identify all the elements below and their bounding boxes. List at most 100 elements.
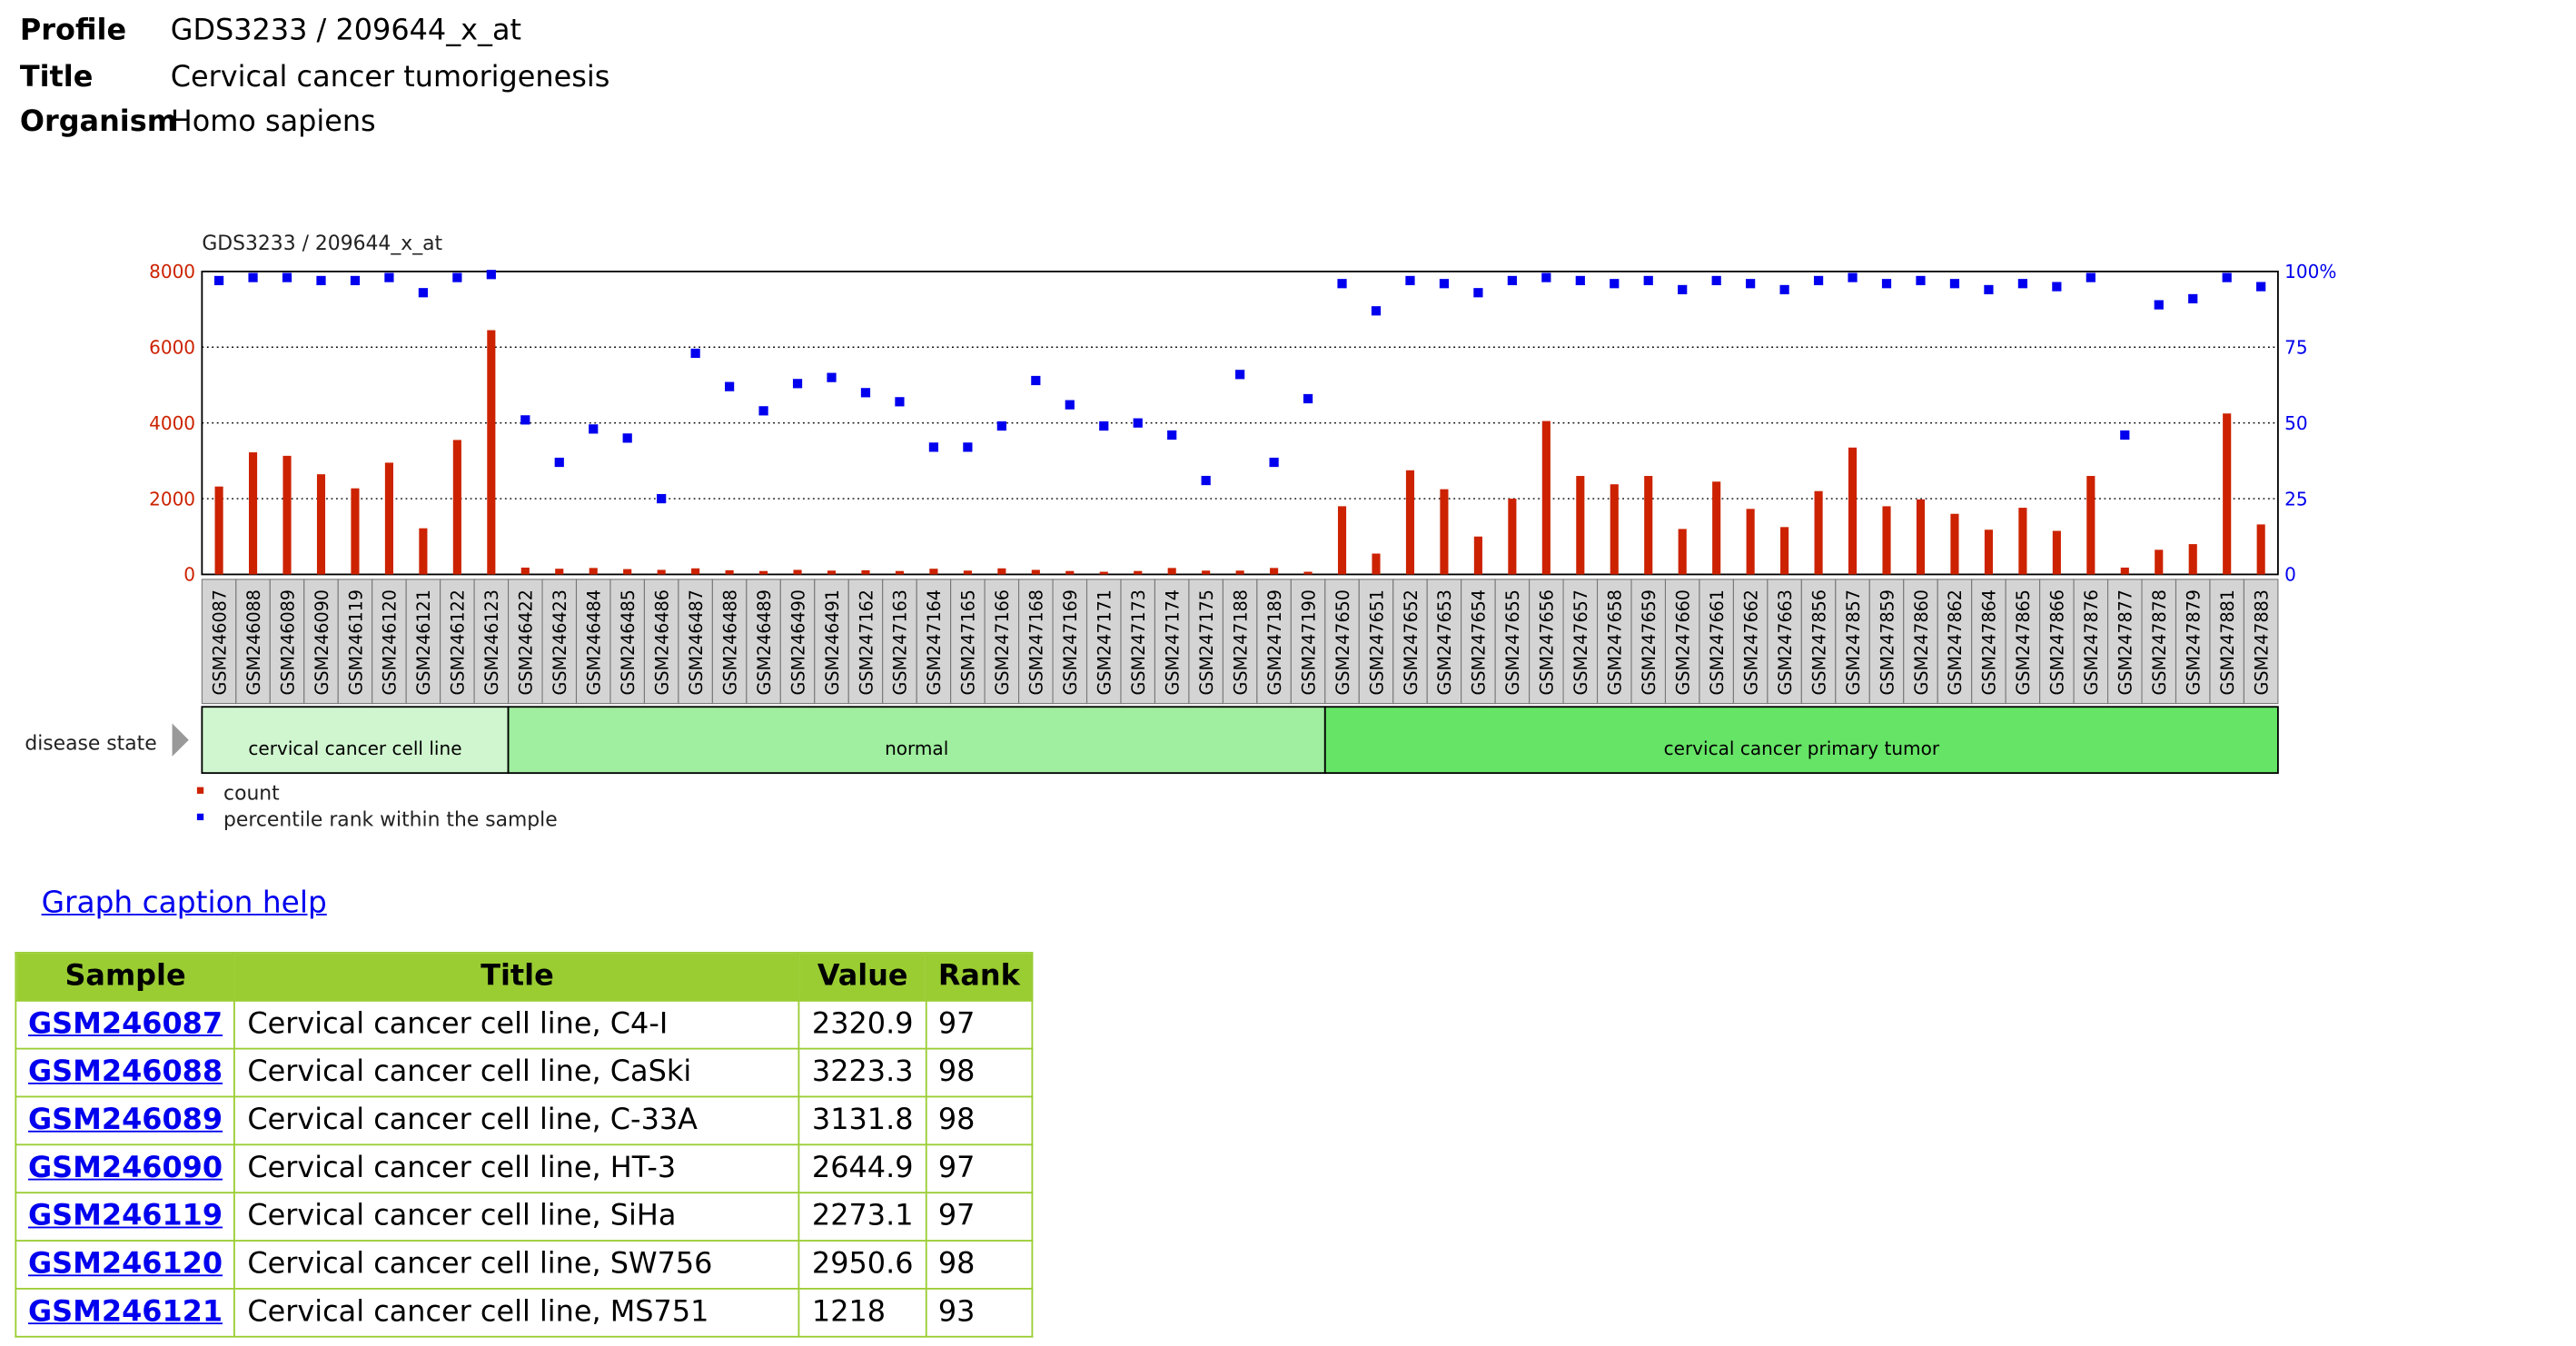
legend-label: count <box>223 782 280 805</box>
count-bar <box>963 570 972 575</box>
count-bar <box>1099 571 1108 575</box>
sample-tick-label: GSM247169 <box>1060 589 1081 695</box>
sample-tick-label: GSM247879 <box>2184 589 2204 695</box>
percentile-point <box>827 372 837 382</box>
sample-tick-label: GSM247881 <box>2217 589 2238 695</box>
percentile-point <box>792 379 803 389</box>
sample-tick-label: GSM247654 <box>1469 589 1490 695</box>
count-bar <box>1337 506 1347 575</box>
title-label: Title <box>19 60 94 94</box>
sample-link[interactable]: GSM246087 <box>28 1008 223 1041</box>
percentile-point <box>589 424 599 434</box>
left-tick-label: 2000 <box>149 488 195 510</box>
sample-tick-label: GSM247659 <box>1639 589 1660 695</box>
count-bar <box>1644 476 1653 575</box>
count-bar <box>351 488 360 575</box>
sample-tick-label: GSM247171 <box>1095 589 1115 695</box>
sample-tick-label: GSM247650 <box>1333 589 1353 695</box>
percentile-point <box>1405 275 1415 286</box>
sample-tick-label: GSM247175 <box>1196 589 1217 695</box>
count-bar <box>419 528 428 575</box>
sample-tick-label: GSM246486 <box>651 589 672 695</box>
sample-value: 2273.1 <box>798 1192 927 1242</box>
sample-tick-label: GSM246487 <box>686 589 707 695</box>
sample-title: Cervical cancer cell line, HT-3 <box>233 1143 801 1194</box>
percentile-point <box>520 415 530 425</box>
count-bar <box>1440 489 1449 575</box>
count-bar <box>793 569 802 575</box>
percentile-point <box>895 397 905 407</box>
samples-table: Sample Title Value Rank GSM246087 Cervica… <box>15 951 1034 1338</box>
percentile-point <box>2052 282 2062 292</box>
sample-tick-label: GSM246121 <box>413 589 434 695</box>
sample-value: 1218 <box>798 1287 927 1338</box>
sample-value: 2644.9 <box>798 1143 927 1194</box>
sample-tick-label: GSM247876 <box>2081 589 2102 695</box>
count-bar <box>2155 549 2164 575</box>
header-rank: Rank <box>925 951 1034 1002</box>
sample-tick-label: GSM247189 <box>1264 589 1285 695</box>
count-bar <box>1270 568 1279 575</box>
count-bar <box>657 569 666 575</box>
sample-link[interactable]: GSM246090 <box>28 1153 223 1185</box>
graph-caption-help-link[interactable]: Graph caption help <box>42 886 327 920</box>
count-bar <box>861 569 870 575</box>
count-bar <box>452 440 461 575</box>
sample-tick-label: GSM247166 <box>992 589 1013 695</box>
sample-link[interactable]: GSM246120 <box>28 1248 223 1281</box>
disease-group-label: cervical cancer primary tumor <box>1664 737 1940 759</box>
legend-marker <box>196 813 204 821</box>
percentile-point <box>1813 275 1824 286</box>
percentile-point <box>1984 284 1994 295</box>
right-tick-label: 50 <box>2284 412 2308 434</box>
percentile-point <box>690 348 700 359</box>
sample-cell: GSM246087 <box>15 999 236 1050</box>
sample-title: Cervical cancer cell line, SW756 <box>233 1240 801 1290</box>
percentile-point <box>1065 400 1075 410</box>
expand-arrow-icon <box>172 723 189 757</box>
count-bar <box>1065 570 1075 575</box>
sample-link[interactable]: GSM246089 <box>28 1104 223 1137</box>
count-bar <box>589 568 598 575</box>
sample-cell: GSM246088 <box>15 1047 236 1098</box>
sample-tick-label: GSM247662 <box>1740 589 1761 695</box>
sample-tick-label: GSM247859 <box>1877 589 1897 695</box>
sample-tick-label: GSM247190 <box>1298 589 1319 695</box>
percentile-point <box>622 433 632 443</box>
sample-tick-label: GSM246122 <box>448 589 469 695</box>
right-tick-label: 25 <box>2284 488 2308 510</box>
percentile-point <box>2222 272 2232 282</box>
percentile-point <box>1133 418 1143 428</box>
table-body: GSM246087 Cervical cancer cell line, C4-I… <box>15 999 1034 1338</box>
percentile-point <box>1916 275 1926 286</box>
sample-tick-label: GSM246490 <box>788 589 808 695</box>
percentile-point <box>1167 430 1177 440</box>
sample-cell: GSM246090 <box>15 1143 236 1194</box>
sample-tick-label: GSM247864 <box>1979 589 2000 695</box>
disease-group-label: cervical cancer cell line <box>248 737 461 759</box>
count-bar <box>2188 544 2197 575</box>
percentile-point <box>248 272 258 282</box>
count-bar <box>1882 506 1891 575</box>
sample-title: Cervical cancer cell line, SiHa <box>233 1192 801 1242</box>
sample-tick-label: GSM247878 <box>2149 589 2170 695</box>
percentile-point <box>1031 375 1041 386</box>
percentile-point <box>1235 370 1245 380</box>
sample-tick-label: GSM246423 <box>550 589 570 695</box>
organism-label: Organism <box>19 105 177 140</box>
sample-link[interactable]: GSM246121 <box>28 1296 223 1329</box>
count-bar <box>1031 569 1040 575</box>
count-bar <box>895 570 905 575</box>
header-title: Title <box>233 951 801 1002</box>
percentile-point <box>1439 279 1450 289</box>
left-tick-label: 4000 <box>149 412 195 434</box>
sample-link[interactable]: GSM246119 <box>28 1200 223 1232</box>
sample-rank: 98 <box>925 1095 1034 1146</box>
sample-value: 3223.3 <box>798 1047 927 1098</box>
count-bar <box>759 570 768 575</box>
sample-tick-label: GSM247188 <box>1230 589 1251 695</box>
sample-tick-label: GSM246119 <box>345 589 366 695</box>
legend-marker <box>196 787 204 794</box>
sample-value: 3131.8 <box>798 1095 927 1146</box>
sample-link[interactable]: GSM246088 <box>28 1056 223 1089</box>
